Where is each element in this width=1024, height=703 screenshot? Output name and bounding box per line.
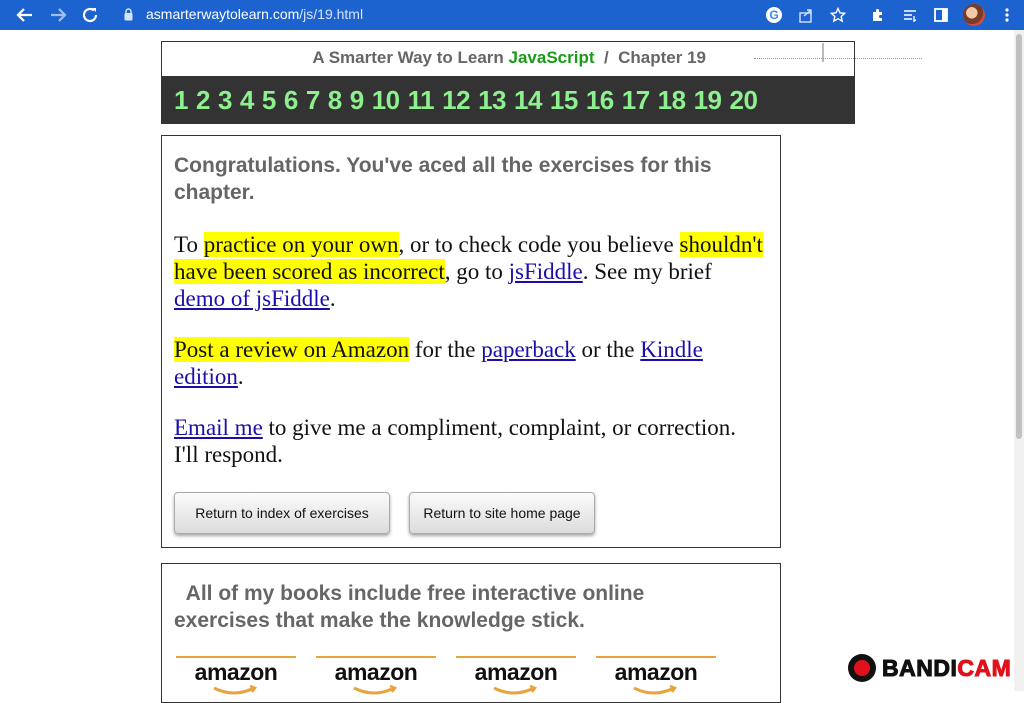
title-prefix: A Smarter Way to Learn	[312, 48, 509, 67]
return-to-index-button[interactable]: Return to index of exercises	[174, 492, 390, 534]
back-icon[interactable]	[10, 0, 40, 30]
text-segment: or the	[575, 337, 641, 362]
chapter-link-5[interactable]: 5	[262, 85, 276, 116]
chapter-link-8[interactable]: 8	[328, 85, 342, 116]
paperback-link[interactable]: paperback	[481, 337, 576, 362]
amazon-logo-2[interactable]: amazon	[316, 656, 436, 696]
side-panel-icon[interactable]	[929, 0, 953, 30]
jsfiddle-demo-link[interactable]: demo of jsFiddle	[174, 286, 330, 311]
email-me-link[interactable]: Email me	[174, 415, 263, 440]
chapter-link-9[interactable]: 9	[350, 85, 364, 116]
chapter-link-15[interactable]: 15	[550, 85, 578, 116]
books-promo-copy: All of my books include free interactive…	[174, 582, 645, 632]
chapter-link-7[interactable]: 7	[306, 85, 320, 116]
amazon-smile-icon	[633, 685, 677, 695]
share-icon[interactable]	[794, 0, 818, 30]
text-segment: To	[174, 232, 204, 257]
chapter-link-2[interactable]: 2	[196, 85, 210, 116]
practice-paragraph: To practice on your own, or to check cod…	[174, 231, 764, 312]
google-icon[interactable]: G	[762, 0, 786, 30]
highlight-review: Post a review on Amazon	[174, 337, 410, 362]
completion-panel: Congratulations. You've aced all the exe…	[161, 135, 781, 548]
books-promo-text: All of my books include free interactive…	[174, 580, 734, 634]
page-title: A Smarter Way to Learn JavaScript / Chap…	[162, 48, 706, 68]
email-paragraph: Email me to give me a compliment, compla…	[174, 414, 764, 468]
url-host: asmarterwaytolearn.com	[146, 6, 300, 22]
page-scrollbar[interactable]	[1014, 30, 1024, 691]
bandicam-text: BANDICAM	[881, 654, 1012, 682]
chapter-link-3[interactable]: 3	[218, 85, 232, 116]
chapter-link-18[interactable]: 18	[658, 85, 686, 116]
extensions-icon[interactable]	[866, 0, 890, 30]
highlight-practice: practice on your own	[203, 232, 399, 257]
text-segment: .	[329, 286, 336, 311]
lock-icon[interactable]	[124, 8, 133, 21]
amazon-wordmark: amazon	[474, 659, 558, 685]
chapter-link-13[interactable]: 13	[478, 85, 506, 116]
header-dots	[754, 58, 922, 59]
text-segment: , go to	[444, 259, 509, 284]
bandicam-cam: CAM	[957, 654, 1012, 681]
chapter-link-11[interactable]: 11	[408, 85, 435, 116]
chapter-link-4[interactable]: 4	[240, 85, 254, 116]
chapter-link-19[interactable]: 19	[694, 85, 722, 116]
bandicam-watermark: BANDICAM	[848, 651, 1011, 685]
return-to-home-button[interactable]: Return to site home page	[409, 492, 595, 534]
chapter-link-10[interactable]: 10	[372, 85, 400, 116]
address-bar[interactable]: asmarterwaytolearn.com/js/19.html	[146, 6, 363, 22]
chapter-link-17[interactable]: 17	[622, 85, 650, 116]
review-paragraph: Post a review on Amazon for the paperbac…	[174, 336, 764, 390]
amazon-logo-3[interactable]: amazon	[456, 656, 576, 696]
amazon-wordmark: amazon	[614, 659, 698, 685]
scrollbar-thumb[interactable]	[1016, 34, 1022, 439]
books-panel: All of my books include free interactive…	[161, 563, 781, 703]
text-segment: .	[237, 364, 244, 389]
amazon-smile-icon	[493, 685, 537, 695]
text-segment: . See my brief	[582, 259, 712, 284]
chapter-link-1[interactable]: 1	[174, 85, 188, 116]
amazon-smile-icon	[353, 685, 397, 695]
title-javascript: JavaScript	[508, 48, 595, 67]
record-icon	[848, 654, 876, 682]
amazon-smile-icon	[213, 685, 257, 695]
chapter-link-12[interactable]: 12	[442, 85, 470, 116]
reload-icon[interactable]	[75, 0, 105, 30]
congrats-heading: Congratulations. You've aced all the exe…	[174, 154, 712, 204]
header-divider	[822, 43, 824, 62]
text-segment: , or to check code you believe	[398, 232, 680, 257]
menu-icon[interactable]	[995, 0, 1019, 30]
chapter-link-6[interactable]: 6	[284, 85, 298, 116]
reading-list-icon[interactable]	[898, 0, 922, 30]
avatar[interactable]	[962, 0, 986, 30]
amazon-logo-4[interactable]: amazon	[596, 656, 716, 696]
text-segment: for the	[409, 337, 482, 362]
amazon-wordmark: amazon	[334, 659, 418, 685]
amazon-wordmark: amazon	[194, 659, 278, 685]
chapter-header: A Smarter Way to Learn JavaScript / Chap…	[161, 41, 922, 124]
chapter-link-14[interactable]: 14	[514, 85, 542, 116]
browser-toolbar: asmarterwaytolearn.com/js/19.html G	[0, 0, 1024, 30]
star-icon[interactable]	[826, 0, 850, 30]
chapter-nav: 1 2 3 4 5 6 7 8 9 10 11 12 13 14 15 16 1…	[162, 76, 854, 124]
bandicam-bandi: BANDI	[881, 654, 958, 681]
chapter-link-20[interactable]: 20	[730, 85, 758, 116]
chapter-link-16[interactable]: 16	[586, 85, 614, 116]
url-path: /js/19.html	[299, 6, 364, 22]
forward-icon[interactable]	[43, 0, 73, 30]
amazon-logo-1[interactable]: amazon	[176, 656, 296, 696]
jsfiddle-link[interactable]: jsFiddle	[509, 259, 583, 284]
title-chapter: / Chapter 19	[594, 48, 706, 67]
